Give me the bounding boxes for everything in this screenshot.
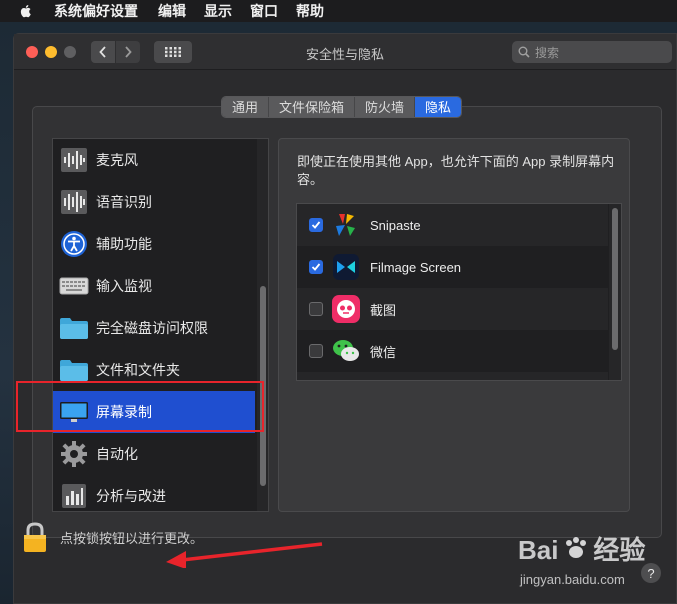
sidebar-item-analytics[interactable]: 分析与改进 — [53, 475, 255, 511]
search-icon — [518, 46, 530, 58]
sidebar-item-accessibility[interactable]: 辅助功能 — [53, 223, 255, 265]
menu-bar: 系统偏好设置 编辑 显示 窗口 帮助 — [0, 0, 677, 22]
app-name: 微信 — [370, 344, 397, 360]
keyboard-icon — [59, 271, 89, 301]
checkmark-icon — [311, 221, 321, 229]
menu-help[interactable]: 帮助 — [296, 1, 324, 21]
checkmark-icon — [311, 263, 321, 271]
sidebar-item-label: 语音识别 — [96, 194, 152, 210]
microphone-icon — [59, 145, 89, 175]
app-row-filmage-screen[interactable]: Filmage Screen — [297, 246, 608, 288]
detail-description: 即使正在使用其他 App，也允许下面的 App 录制屏幕内容。 — [297, 154, 615, 187]
paw-icon — [565, 537, 586, 558]
tab-firewall[interactable]: 防火墙 — [355, 97, 416, 117]
app-name: 截图 — [370, 302, 397, 318]
snipaste-icon — [331, 210, 361, 240]
app-list[interactable]: Snipaste Filmage Screen 截图 微信 — [296, 203, 622, 381]
apple-icon[interactable] — [18, 3, 34, 19]
app-name: Filmage Screen — [370, 259, 462, 275]
sidebar-item-automation[interactable]: 自动化 — [53, 433, 255, 475]
watermark-brand-cn: 经验 — [593, 535, 646, 565]
annotation-highlight-box — [16, 381, 264, 432]
menu-window[interactable]: 窗口 — [250, 1, 278, 21]
speech-recognition-icon — [59, 187, 89, 217]
app-row-wechat[interactable]: 微信 — [297, 330, 608, 372]
watermark-brand: Bai — [518, 535, 559, 565]
sidebar-item-full-disk-access[interactable]: 完全磁盘访问权限 — [53, 307, 255, 349]
app-row-snipaste[interactable]: Snipaste — [297, 204, 608, 246]
wechat-icon — [331, 336, 361, 366]
help-button[interactable]: ? — [641, 563, 661, 583]
sidebar-item-input-monitoring[interactable]: 输入监视 — [53, 265, 255, 307]
tab-bar: 通用 文件保险箱 防火墙 隐私 — [221, 96, 463, 118]
sidebar-item-microphone[interactable]: 麦克风 — [53, 139, 255, 181]
chart-icon — [59, 481, 89, 511]
title-bar: 安全性与隐私 搜索 — [14, 34, 676, 70]
lock-icon[interactable] — [22, 521, 48, 553]
tab-general[interactable]: 通用 — [222, 97, 270, 117]
app-checkbox[interactable] — [309, 260, 323, 274]
sidebar-item-speech-recognition[interactable]: 语音识别 — [53, 181, 255, 223]
app-row-screenshot[interactable]: 截图 — [297, 288, 608, 330]
tab-privacy[interactable]: 隐私 — [415, 97, 462, 117]
accessibility-icon — [59, 229, 89, 259]
menu-app-name[interactable]: 系统偏好设置 — [54, 1, 138, 21]
app-list-scrollbar-thumb[interactable] — [612, 208, 618, 350]
search-placeholder: 搜索 — [535, 45, 560, 60]
menu-view[interactable]: 显示 — [204, 1, 232, 21]
app-checkbox[interactable] — [309, 302, 323, 316]
app-row-partial — [297, 372, 608, 380]
app-name: Snipaste — [370, 217, 421, 233]
menu-edit[interactable]: 编辑 — [158, 1, 186, 21]
gear-icon — [59, 439, 89, 469]
annotation-arrow — [166, 542, 323, 568]
tab-filevault[interactable]: 文件保险箱 — [269, 97, 356, 117]
sidebar-item-label: 文件和文件夹 — [96, 362, 180, 378]
sidebar-item-label: 分析与改进 — [96, 488, 166, 504]
privacy-category-list[interactable]: 麦克风 语音识别 辅助功能 输入监视 完全磁盘访问权限 文件和文件夹 屏幕录制 … — [52, 138, 269, 512]
sidebar-item-label: 输入监视 — [96, 278, 152, 294]
sidebar-item-label: 辅助功能 — [96, 236, 152, 252]
preferences-window: 安全性与隐私 搜索 通用 文件保险箱 防火墙 隐私 麦克风 语音识别 辅助功能 … — [13, 33, 677, 604]
sidebar-item-label: 自动化 — [96, 446, 138, 462]
sidebar-item-label: 麦克风 — [96, 152, 138, 168]
watermark-url: jingyan.baidu.com — [520, 572, 625, 587]
baidu-watermark: Bai 经验 jingyan.baidu.com — [518, 530, 648, 590]
filmage-icon — [331, 252, 361, 282]
screen-recording-detail: 即使正在使用其他 App，也允许下面的 App 录制屏幕内容。 Snipaste… — [278, 138, 630, 512]
app-checkbox[interactable] — [309, 344, 323, 358]
screenshot-app-icon — [331, 294, 361, 324]
sidebar-item-label: 完全磁盘访问权限 — [96, 320, 208, 336]
app-checkbox[interactable] — [309, 218, 323, 232]
search-field[interactable]: 搜索 — [512, 41, 672, 63]
folder-icon — [59, 313, 89, 343]
